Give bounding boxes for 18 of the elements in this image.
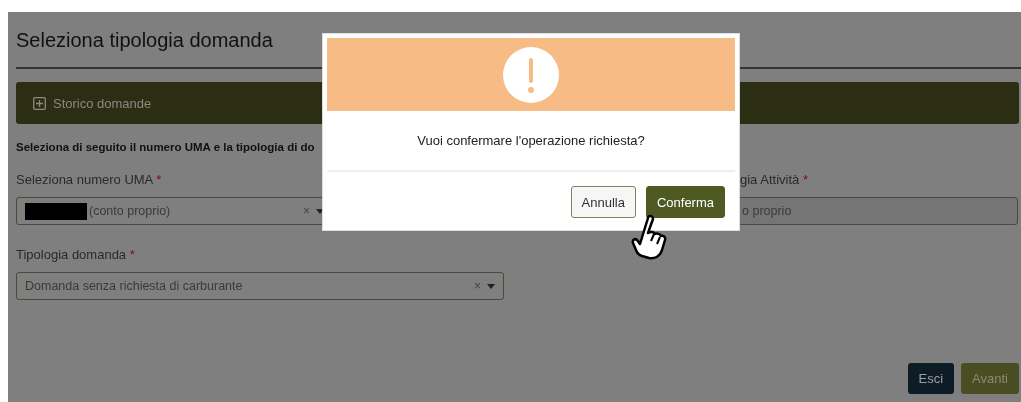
field-value: Domanda senza richiesta di carburante bbox=[25, 279, 243, 293]
field-label: Tipologia domanda * bbox=[16, 247, 135, 263]
field-label: Seleziona numero UMA * bbox=[16, 172, 162, 188]
clear-icon[interactable]: × bbox=[474, 279, 481, 293]
field-label: gia Attività * bbox=[740, 172, 808, 188]
select-field[interactable]: Domanda senza richiesta di carburante × bbox=[16, 272, 504, 300]
field-value: o proprio bbox=[742, 204, 792, 218]
cancel-button[interactable]: Annulla bbox=[570, 186, 636, 218]
accordion-label: Storico domande bbox=[53, 95, 152, 111]
clear-icon[interactable]: × bbox=[303, 204, 310, 218]
confirm-button[interactable]: Conferma bbox=[645, 186, 725, 218]
page-title: Seleziona tipologia domanda bbox=[16, 29, 274, 53]
field-value: (conto proprio) bbox=[89, 204, 171, 218]
exit-button[interactable]: Esci bbox=[907, 363, 955, 394]
instruction-text: Seleziona di seguito il numero UMA e la tipologia di do bbox=[16, 141, 315, 153]
next-button[interactable]: Avanti bbox=[961, 363, 1019, 394]
dialog-message: Vuoi confermare l'operazione richiesta? bbox=[417, 133, 645, 148]
warning-icon bbox=[503, 46, 559, 103]
